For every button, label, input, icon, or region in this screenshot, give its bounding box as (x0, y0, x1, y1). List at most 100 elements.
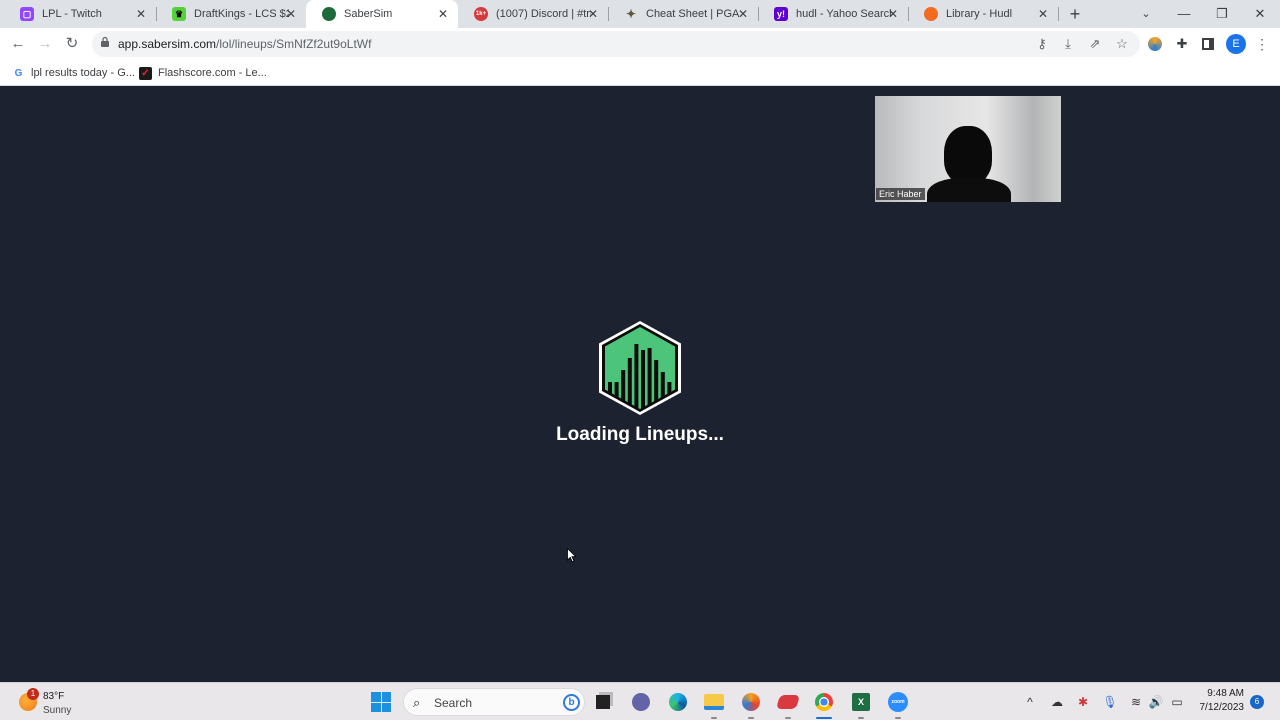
onedrive-icon[interactable]: ☁ (1048, 693, 1066, 711)
running-indicator (711, 717, 717, 719)
microphone-icon[interactable]: 🎙 (1101, 693, 1119, 711)
participant-silhouette (944, 126, 992, 184)
tab-strip: ▢ LPL - Twitch ✕ ♛ DraftKings - LCS $20K… (0, 0, 1280, 28)
cheat-sheet-icon: ✦ (625, 7, 637, 21)
close-icon[interactable]: ✕ (586, 7, 600, 21)
password-key-icon[interactable]: ⚷ (1032, 34, 1052, 54)
url-text[interactable]: app.sabersim.com/lol/lineups/SmNfZf2ut9o… (118, 37, 371, 51)
bing-icon[interactable]: b (563, 694, 580, 711)
running-indicator (748, 717, 754, 719)
dropbox-icon[interactable]: ✱ (1074, 693, 1092, 711)
lock-icon (101, 37, 109, 47)
tab-discord[interactable]: 1k+ (1007) Discord | #true ✕ (458, 0, 609, 28)
zoom-icon[interactable]: zoom (887, 691, 909, 719)
start-button[interactable] (371, 692, 391, 712)
video-call-overlay[interactable]: Eric Haber (875, 96, 1061, 202)
system-clock[interactable]: 9:48 AM 7/12/2023 (1188, 687, 1245, 715)
window-close-button[interactable]: ✕ (1250, 4, 1270, 24)
logo-bar (654, 360, 659, 410)
bookmark-flashscore[interactable]: ✓ Flashscore.com - Le... (139, 64, 267, 82)
excel-label: X (852, 693, 870, 711)
clock-date: 7/12/2023 (1199, 702, 1245, 713)
weather-temp: 83°F (43, 691, 65, 702)
forward-button[interactable]: → (35, 34, 55, 54)
sabersim-logo-icon (599, 321, 681, 415)
tab-title: hudl - Yahoo Search Results (796, 8, 891, 20)
new-tab-button[interactable]: + (1066, 4, 1084, 24)
windows-logo-pane (381, 692, 391, 702)
windows-logo-pane (371, 692, 381, 702)
close-icon[interactable]: ✕ (284, 7, 298, 21)
extensions-puzzle-icon[interactable]: ✚ (1172, 34, 1192, 54)
close-icon[interactable]: ✕ (736, 7, 750, 21)
close-icon[interactable]: ✕ (134, 7, 148, 21)
tab-cheat-sheet[interactable]: ✦ Cheat Sheet | PGA TOUR ✕ (608, 0, 759, 28)
address-bar[interactable]: app.sabersim.com/lol/lineups/SmNfZf2ut9o… (92, 31, 1140, 57)
participant-shoulders (927, 178, 1011, 202)
zoom-label: zoom (888, 692, 908, 712)
teams-chat-icon[interactable] (630, 691, 652, 713)
windows-logo-pane (381, 702, 391, 712)
logo-bar (621, 370, 626, 410)
extension-icon[interactable] (1145, 34, 1165, 54)
yahoo-icon: y! (774, 7, 788, 21)
taskbar-search[interactable]: ⌕ Search b (403, 688, 585, 716)
loading-message: Loading Lineups... (556, 424, 724, 445)
volume-icon[interactable]: 🔊 (1147, 693, 1165, 711)
excel-icon[interactable]: X (850, 691, 872, 719)
show-hidden-icons-chevron-icon[interactable]: ^ (1021, 693, 1039, 711)
tab-title: DraftKings - LCS $20K (194, 8, 289, 20)
search-placeholder: Search (434, 696, 473, 710)
discord-icon: 1k+ (474, 7, 488, 21)
url-path: /lol/lineups/SmNfZf2ut9oLtWf (216, 37, 372, 51)
tab-twitch[interactable]: ▢ LPL - Twitch ✕ (4, 0, 157, 28)
tab-title: (1007) Discord | #true (496, 8, 591, 20)
url-host: app.sabersim.com (118, 37, 217, 51)
weather-widget[interactable]: 1 83°F Sunny (17, 687, 97, 717)
running-indicator (785, 717, 791, 719)
close-icon[interactable]: ✕ (1036, 7, 1050, 21)
reload-button[interactable]: ↻ (62, 34, 82, 54)
wifi-icon[interactable]: ≋ (1127, 693, 1145, 711)
sabersim-icon (322, 7, 336, 21)
back-button[interactable]: ← (8, 34, 28, 54)
minimize-button[interactable]: — (1174, 4, 1194, 24)
file-explorer-icon[interactable] (703, 691, 725, 719)
menu-kebab-icon[interactable]: ⋮ (1252, 34, 1272, 54)
tab-title: Cheat Sheet | PGA TOUR (646, 8, 741, 20)
task-view-icon[interactable] (592, 691, 614, 713)
tab-sabersim[interactable]: SaberSim ✕ (306, 0, 458, 28)
battery-icon[interactable]: ▭ (1168, 693, 1186, 711)
restore-button[interactable]: ❐ (1212, 4, 1232, 24)
tab-draftkings[interactable]: ♛ DraftKings - LCS $20K ✕ (156, 0, 306, 28)
side-panel-icon[interactable] (1198, 34, 1218, 54)
share-icon[interactable]: ⇗ (1085, 34, 1105, 54)
running-indicator (895, 717, 901, 719)
windows-taskbar: 1 83°F Sunny ⌕ Search b X zoom ^ ☁ ✱ 🎙 ≋… (0, 682, 1280, 720)
expressvpn-icon[interactable] (776, 691, 800, 719)
close-icon[interactable]: ✕ (436, 7, 450, 21)
edge-icon[interactable] (667, 691, 689, 713)
tab-yahoo[interactable]: y! hudl - Yahoo Search Results ✕ (758, 0, 909, 28)
avast-browser-icon[interactable] (740, 691, 762, 719)
logo-bar (641, 350, 645, 410)
profile-avatar[interactable]: E (1226, 34, 1246, 54)
close-icon[interactable]: ✕ (886, 7, 900, 21)
logo-bar (634, 344, 639, 410)
twitch-icon: ▢ (20, 7, 34, 21)
active-indicator (816, 717, 832, 719)
bookmark-star-icon[interactable]: ☆ (1112, 34, 1132, 54)
flashscore-icon: ✓ (139, 66, 152, 80)
install-app-icon[interactable]: ⤓ (1058, 34, 1078, 54)
weather-badge: 1 (27, 688, 39, 700)
google-icon: G (14, 67, 23, 79)
tab-hudl[interactable]: Library - Hudl ✕ (908, 0, 1059, 28)
tab-search-chevron-icon[interactable]: ⌄ (1136, 4, 1156, 24)
notification-badge[interactable]: 6 (1250, 695, 1264, 709)
tab-title: LPL - Twitch (42, 8, 102, 20)
tab-title: SaberSim (344, 8, 393, 20)
windows-logo-pane (371, 702, 381, 712)
bookmark-google[interactable]: G lpl results today - G... (12, 64, 135, 82)
logo-bar (660, 372, 665, 410)
chrome-icon[interactable] (813, 691, 835, 719)
